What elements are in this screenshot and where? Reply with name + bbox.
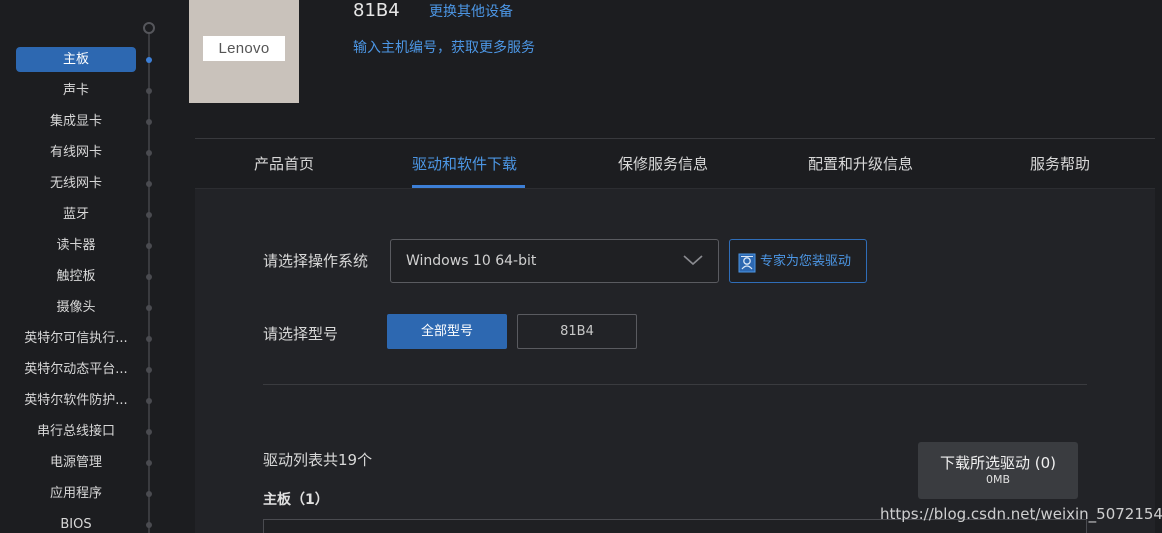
sidebar-item-wireless-nic[interactable]: 无线网卡 — [16, 171, 136, 196]
tab-config-upgrade[interactable]: 配置和升级信息 — [808, 153, 913, 175]
timeline-dot — [146, 212, 152, 218]
tab-product-home[interactable]: 产品首页 — [254, 153, 314, 175]
product-image: Lenovo — [189, 0, 299, 103]
sidebar-item-camera[interactable]: 摄像头 — [16, 295, 136, 320]
os-select[interactable]: Windows 10 64-bit — [390, 239, 719, 283]
category-sidebar: 主板 声卡 集成显卡 有线网卡 无线网卡 蓝牙 读卡器 触控板 摄像头 英特尔可… — [0, 0, 160, 533]
section-divider — [263, 384, 1087, 385]
tabs-bottom-divider — [195, 188, 1155, 189]
timeline-dot — [146, 522, 152, 528]
timeline-line — [148, 28, 150, 533]
sidebar-item-card-reader[interactable]: 读卡器 — [16, 233, 136, 258]
timeline-dot — [146, 57, 152, 63]
tab-warranty[interactable]: 保修服务信息 — [618, 153, 708, 175]
expert-icon — [738, 253, 756, 273]
section-title-motherboard: 主板（1） — [263, 492, 329, 508]
timeline-dot — [146, 367, 152, 373]
sidebar-item-intel-software-guard[interactable]: 英特尔软件防护... — [16, 388, 136, 413]
sidebar-item-touchpad[interactable]: 触控板 — [16, 264, 136, 289]
all-models-button[interactable]: 全部型号 — [387, 314, 507, 349]
timeline-dot — [146, 88, 152, 94]
watermark: https://blog.csdn.net/weixin_50721544 — [880, 505, 1162, 523]
change-device-link[interactable]: 更换其他设备 — [429, 2, 513, 22]
sidebar-item-applications[interactable]: 应用程序 — [16, 481, 136, 506]
expert-install-label: 专家为您装驱动 — [760, 254, 852, 269]
sidebar-item-bios[interactable]: BIOS — [16, 512, 136, 533]
lenovo-logo: Lenovo — [203, 36, 285, 61]
sidebar-item-wired-nic[interactable]: 有线网卡 — [16, 140, 136, 165]
active-tab-indicator — [412, 185, 525, 188]
timeline-dot — [146, 150, 152, 156]
tabs-top-divider — [195, 138, 1155, 139]
timeline-dot — [146, 119, 152, 125]
os-label: 请选择操作系统 — [263, 252, 369, 270]
driver-count: 驱动列表共19个 — [263, 451, 373, 469]
chevron-down-icon — [683, 255, 703, 266]
timeline-dot — [146, 398, 152, 404]
product-model: 81B4 — [353, 0, 400, 21]
os-selected-value: Windows 10 64-bit — [406, 253, 537, 269]
timeline-dot — [146, 274, 152, 280]
timeline-start-circle — [143, 22, 155, 34]
sidebar-item-integrated-graphics[interactable]: 集成显卡 — [16, 109, 136, 134]
sidebar-item-serial-bus[interactable]: 串行总线接口 — [16, 419, 136, 444]
download-selected-button[interactable]: 下载所选驱动 (0) 0MB — [918, 442, 1078, 499]
enter-serial-link[interactable]: 输入主机编号，获取更多服务 — [353, 38, 535, 58]
sidebar-item-bluetooth[interactable]: 蓝牙 — [16, 202, 136, 227]
download-selected-label: 下载所选驱动 (0) — [939, 454, 1057, 472]
sidebar-item-motherboard[interactable]: 主板 — [16, 47, 136, 72]
model-label: 请选择型号 — [263, 325, 339, 343]
model-81b4-button[interactable]: 81B4 — [517, 314, 637, 349]
tab-service-help[interactable]: 服务帮助 — [1030, 153, 1090, 175]
timeline-dot — [146, 305, 152, 311]
sidebar-item-intel-dynamic-platform[interactable]: 英特尔动态平台... — [16, 357, 136, 382]
timeline-dot — [146, 181, 152, 187]
timeline-dot — [146, 429, 152, 435]
sidebar-item-sound-card[interactable]: 声卡 — [16, 78, 136, 103]
sidebar-item-power-management[interactable]: 电源管理 — [16, 450, 136, 475]
tab-drivers-software[interactable]: 驱动和软件下载 — [412, 153, 517, 175]
timeline-dot — [146, 491, 152, 497]
timeline-dot — [146, 243, 152, 249]
download-size: 0MB — [985, 473, 1011, 486]
timeline-dot — [146, 460, 152, 466]
sidebar-item-intel-trusted-execution[interactable]: 英特尔可信执行... — [16, 326, 136, 351]
expert-install-button[interactable]: 专家为您装驱动 — [729, 239, 867, 283]
timeline-dot — [146, 336, 152, 342]
